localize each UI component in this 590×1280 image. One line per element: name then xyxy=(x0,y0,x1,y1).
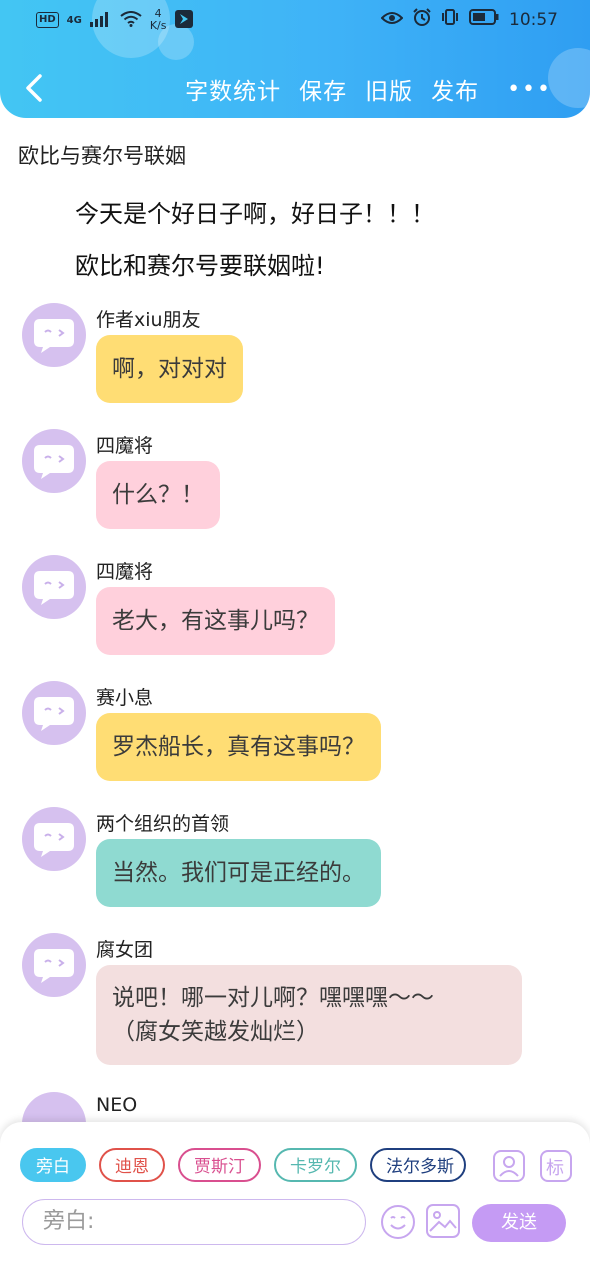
chat-message[interactable]: 四魔将 什么？！ xyxy=(22,429,562,539)
avatar[interactable] xyxy=(22,555,86,619)
chat-bubble-avatar-icon xyxy=(34,445,74,479)
network-speed: 4 K/s xyxy=(149,7,167,32)
character-manage-icon[interactable] xyxy=(493,1150,525,1182)
wifi-icon xyxy=(120,10,142,30)
publish-button[interactable]: 发布 xyxy=(431,72,479,106)
chat-bubble-avatar-icon xyxy=(34,571,74,605)
story-title: 欧比与赛尔号联姻 xyxy=(18,144,186,168)
character-chip-carol[interactable]: 卡罗尔 xyxy=(274,1148,357,1182)
message-bubble[interactable]: 当然。我们可是正经的。 xyxy=(96,839,381,907)
message-bubble[interactable]: 老大，有这事儿吗？ xyxy=(96,587,335,655)
chat-message[interactable]: 腐女团 说吧！哪一对儿啊？嘿嘿嘿～～ （腐女笑越发灿烂） xyxy=(22,933,562,1073)
message-bubble[interactable]: 啊，对对对 xyxy=(96,335,243,403)
word-count-button[interactable]: 字数统计 xyxy=(185,72,281,106)
tag-label: 标 xyxy=(546,1158,564,1179)
character-chip-dean[interactable]: 迪恩 xyxy=(99,1148,165,1182)
narration-line: 今天是个好日子啊，好日子！！！ xyxy=(75,200,435,228)
narration-line: 欧比和赛尔号要联姻啦! xyxy=(75,252,325,280)
back-button[interactable] xyxy=(18,68,50,108)
save-button[interactable]: 保存 xyxy=(299,72,347,106)
back-arrow-icon xyxy=(26,74,42,102)
app-notification-icon xyxy=(174,9,193,31)
avatar[interactable] xyxy=(22,429,86,493)
chat-bubble-avatar-icon xyxy=(34,697,74,731)
chat-message[interactable]: 两个组织的首领 当然。我们可是正经的。 xyxy=(22,807,562,917)
chat-bubble-avatar-icon xyxy=(34,319,74,353)
toolbar: 字数统计 保存 旧版 发布 ••• xyxy=(0,60,590,116)
avatar[interactable] xyxy=(22,933,86,997)
speaker-name: 四魔将 xyxy=(96,435,154,457)
speaker-name: 作者xiu朋友 xyxy=(96,309,201,331)
chat-bubble-avatar-icon xyxy=(34,949,74,983)
old-version-button[interactable]: 旧版 xyxy=(365,72,413,106)
avatar[interactable] xyxy=(22,807,86,871)
hd-badge: HD xyxy=(36,12,59,28)
character-chip-narrator[interactable]: 旁白 xyxy=(20,1148,86,1182)
chat-message[interactable]: 赛小息 罗杰船长，真有这事吗？ xyxy=(22,681,562,791)
battery-icon xyxy=(469,9,499,30)
send-button[interactable]: 发送 xyxy=(472,1204,566,1242)
character-chip-justin[interactable]: 贾斯汀 xyxy=(178,1148,261,1182)
message-bubble[interactable]: 什么？！ xyxy=(96,461,220,529)
speaker-name: 两个组织的首领 xyxy=(96,813,230,835)
character-chip-faldos[interactable]: 法尔多斯 xyxy=(370,1148,466,1182)
tag-button[interactable]: 标 xyxy=(540,1150,572,1182)
chat-bubble-avatar-icon xyxy=(34,823,74,857)
speaker-name: 腐女团 xyxy=(96,939,154,961)
emoji-icon[interactable] xyxy=(380,1204,416,1240)
avatar[interactable] xyxy=(22,681,86,745)
status-bar: HD 4G 4 K/s 10:57 xyxy=(0,0,590,42)
chat-message[interactable]: 四魔将 老大，有这事儿吗？ xyxy=(22,555,562,665)
image-icon[interactable] xyxy=(426,1204,462,1240)
speaker-name: 赛小息 xyxy=(96,687,154,709)
speaker-name: NEO xyxy=(96,1094,138,1116)
composer-panel: 旁白 迪恩 贾斯汀 卡罗尔 法尔多斯 标 旁白: 发送 xyxy=(0,1122,590,1280)
network-type: 4G xyxy=(66,14,82,26)
avatar[interactable] xyxy=(22,303,86,367)
speaker-name: 四魔将 xyxy=(96,561,154,583)
top-header: HD 4G 4 K/s 10:57 字数统计 保存 旧版 发布 ••• xyxy=(0,0,590,118)
vibrate-icon xyxy=(441,8,459,31)
more-icon[interactable]: ••• xyxy=(507,77,552,102)
message-input[interactable]: 旁白: xyxy=(22,1199,366,1245)
chat-message[interactable]: 作者xiu朋友 啊，对对对 xyxy=(22,303,562,413)
message-bubble[interactable]: 说吧！哪一对儿啊？嘿嘿嘿～～ （腐女笑越发灿烂） xyxy=(96,965,522,1065)
message-bubble[interactable]: 罗杰船长，真有这事吗？ xyxy=(96,713,381,781)
character-selector: 旁白 迪恩 贾斯汀 卡罗尔 法尔多斯 xyxy=(20,1148,466,1182)
alarm-icon xyxy=(413,8,431,31)
message-text-line: 说吧！哪一对儿啊？嘿嘿嘿～～ xyxy=(112,985,434,1011)
message-text-line: （腐女笑越发灿烂） xyxy=(112,1019,319,1045)
clock-time: 10:57 xyxy=(509,9,558,30)
signal-icon xyxy=(89,11,112,30)
eye-icon xyxy=(380,10,404,30)
